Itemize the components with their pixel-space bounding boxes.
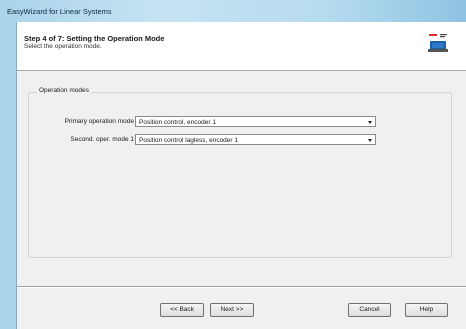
step-description: Select the operation mode.	[24, 43, 102, 50]
back-button[interactable]: << Back	[160, 303, 204, 317]
chevron-down-icon[interactable]	[368, 121, 372, 124]
primary-mode-value: Position control, encoder 1	[139, 118, 216, 126]
step-title: Step 4 of 7: Setting the Operation Mode	[24, 34, 165, 43]
button-separator	[17, 286, 466, 288]
wizard-client-area: Step 4 of 7: Setting the Operation Mode …	[16, 22, 466, 329]
secondary-mode-dropdown[interactable]: Position control lagless, encoder 1	[135, 134, 376, 145]
window-title: EasyWizard for Linear Systems	[7, 7, 112, 16]
drive-wizard-icon	[428, 34, 448, 52]
secondary-mode-label: Second. oper. mode 1	[70, 136, 134, 143]
wizard-header: Step 4 of 7: Setting the Operation Mode …	[17, 22, 466, 71]
next-button[interactable]: Next >>	[210, 303, 254, 317]
group-legend: Operation modes	[37, 87, 91, 94]
chevron-down-icon[interactable]	[368, 139, 372, 142]
cancel-button[interactable]: Cancel	[348, 303, 391, 317]
wizard-window: EasyWizard for Linear Systems Step 4 of …	[0, 0, 466, 329]
secondary-mode-value: Position control lagless, encoder 1	[139, 136, 239, 144]
title-bar[interactable]: EasyWizard for Linear Systems	[0, 0, 466, 22]
operation-modes-group: Operation modes Primary operation mode P…	[28, 87, 452, 258]
primary-mode-dropdown[interactable]: Position control, encoder 1	[135, 116, 376, 127]
help-button[interactable]: Help	[405, 303, 448, 317]
primary-mode-label: Primary operation mode	[64, 118, 134, 125]
